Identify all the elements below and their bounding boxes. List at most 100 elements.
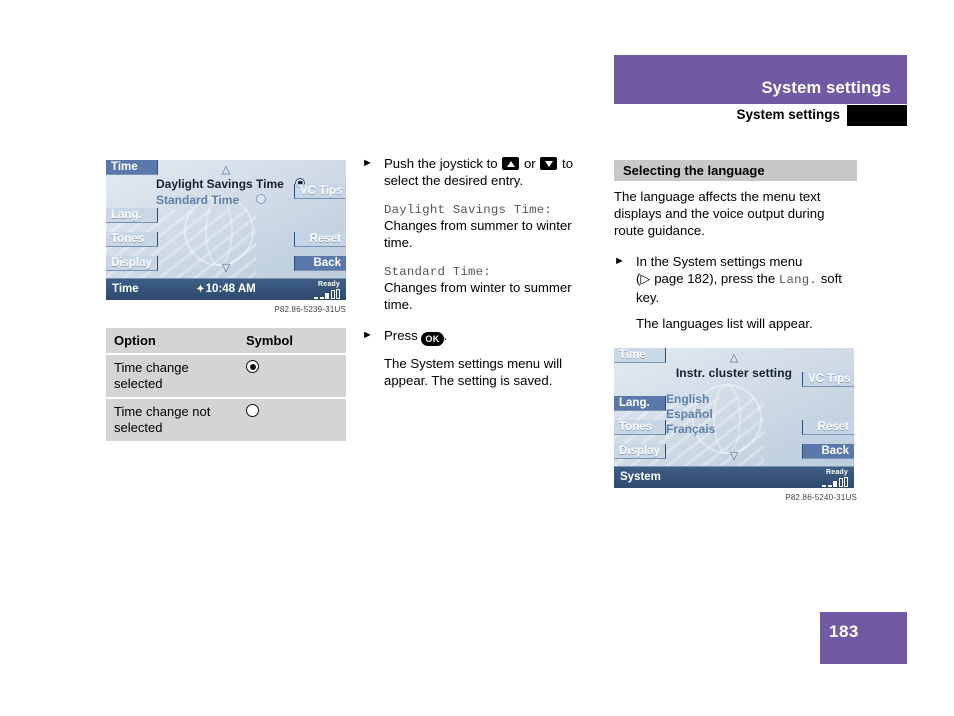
definition-daylight-savings-desc: Changes from summer to winter time.: [384, 218, 572, 250]
softkey-lang-label: Lang.: [111, 209, 142, 221]
status-bar-mode-label: Time: [112, 283, 139, 295]
scroll-up-indicator: △: [221, 164, 231, 176]
signal-bar-2: [319, 297, 324, 299]
softkey-tones-label: Tones: [111, 233, 145, 245]
signal-bar-5: [336, 289, 340, 299]
header-purple-band: System settings: [614, 55, 907, 104]
softkey-reset-label: Reset: [817, 421, 849, 433]
screen-option-standard-time-label: Standard Time: [156, 193, 240, 207]
step-bullet-icon: ►: [362, 157, 373, 169]
status-bar-mode-label: System: [620, 471, 661, 483]
step-press-ok: ► Press OK.: [362, 327, 602, 346]
comand-screen-time-settings: △ ▽ Daylight Savings Time Standard Time …: [106, 160, 346, 300]
ok-button-icon: OK: [421, 332, 444, 346]
definition-daylight-savings-term: Daylight Savings Time:: [384, 203, 552, 217]
softkey-time[interactable]: Time: [614, 348, 666, 363]
signal-strength-icon: [822, 477, 848, 487]
step-press-ok-result: The System settings menu will appear. Th…: [384, 356, 563, 388]
status-bar-ready-label: Ready: [825, 469, 848, 476]
step-open-language-menu: ► In the System settings menu (▷ page 18…: [614, 253, 857, 306]
language-option-espanol-label: Español: [666, 407, 713, 421]
softkey-time[interactable]: Time: [106, 160, 158, 175]
softkey-tones[interactable]: Tones: [106, 232, 158, 247]
softkey-vc-tips[interactable]: VC Tips: [802, 372, 854, 387]
language-option-francais[interactable]: Français: [666, 422, 715, 436]
table-header-row: Option Symbol: [106, 328, 346, 355]
page-number: 183: [829, 622, 859, 641]
softkey-lang[interactable]: Lang.: [106, 208, 158, 223]
comand-screen-language-settings: △ ▽ Instr. cluster setting English Españ…: [614, 348, 854, 488]
softkey-reset[interactable]: Reset: [294, 232, 346, 247]
left-image-code: P82.86-5239-31US: [274, 305, 346, 314]
section-heading-selecting-language: Selecting the language: [614, 160, 857, 181]
softkey-display-label: Display: [111, 257, 152, 269]
step-open-language-menu-line1: In the System settings menu: [636, 254, 803, 269]
language-intro-paragraph: The language affects the menu text displ…: [614, 189, 825, 238]
table-cell-option-not-selected: Time change not selected: [106, 398, 238, 443]
right-image-code: P82.86-5240-31US: [785, 493, 857, 502]
softkey-time-label: Time: [619, 349, 646, 361]
definition-standard-time-term: Standard Time:: [384, 265, 491, 279]
joystick-down-icon: [540, 157, 558, 170]
scroll-up-indicator: △: [729, 352, 739, 364]
signal-bar-3: [325, 293, 329, 299]
definition-standard-time: Standard Time: Changes from winter to su…: [362, 265, 602, 313]
signal-bar-2: [827, 485, 832, 487]
step-open-language-menu-line2-before: (▷ page 182), press the: [636, 271, 776, 286]
softkey-reset[interactable]: Reset: [802, 420, 854, 435]
page-number-block: 183: [820, 612, 907, 664]
signal-bar-1: [314, 297, 318, 299]
satellite-icon: ✦: [196, 284, 205, 295]
step-push-joystick-or: or: [523, 156, 536, 171]
softkey-vc-tips-label: VC Tips: [300, 185, 343, 197]
language-list-result: The languages list will appear.: [636, 316, 813, 331]
option-symbol-table: Option Symbol Time change selected Time …: [106, 328, 346, 443]
running-header-title: System settings: [736, 107, 840, 122]
header-band-title: System settings: [761, 79, 891, 97]
step-press-ok-after: .: [443, 328, 448, 343]
screen-option-standard-time[interactable]: Standard Time: [156, 193, 267, 207]
status-bar-clock: ✦10:48 AM: [196, 283, 255, 295]
status-bar-clock-value: 10:48 AM: [205, 283, 256, 295]
screen-title-instr-cluster: Instr. cluster setting: [675, 366, 793, 380]
softkey-tones-label: Tones: [619, 421, 653, 433]
filled-radio-icon: [246, 360, 259, 373]
softkey-back[interactable]: Back: [802, 444, 854, 459]
running-header: System settings: [614, 105, 907, 126]
language-option-english[interactable]: English: [666, 392, 709, 406]
status-bar-signal: Ready: [822, 469, 848, 487]
language-option-espanol[interactable]: Español: [666, 407, 713, 421]
signal-bar-4: [838, 478, 843, 487]
softkey-lang[interactable]: Lang.: [614, 396, 666, 411]
signal-bar-4: [330, 290, 335, 299]
table-cell-symbol-selected: [238, 354, 346, 399]
screen-option-daylight-savings-label: Daylight Savings Time: [156, 177, 284, 191]
status-bar-signal: Ready: [314, 281, 340, 299]
table-cell-symbol-not-selected: [238, 398, 346, 443]
step-push-joystick: ► Push the joystick to or to select the …: [362, 155, 602, 189]
softkey-vc-tips[interactable]: VC Tips: [294, 184, 346, 199]
softkey-vc-tips-label: VC Tips: [808, 373, 851, 385]
softkey-back[interactable]: Back: [294, 256, 346, 271]
screen-status-bar: System Ready: [614, 466, 854, 488]
signal-bar-5: [844, 477, 848, 487]
table-header-option: Option: [106, 328, 238, 355]
table-row: Time change not selected: [106, 398, 346, 443]
language-option-francais-label: Français: [666, 422, 716, 436]
step-push-joystick-before: Push the joystick to: [384, 156, 498, 171]
softkey-tones[interactable]: Tones: [614, 420, 666, 435]
softkey-time-label: Time: [111, 161, 138, 173]
empty-radio-icon: [246, 404, 259, 417]
screen-option-daylight-savings[interactable]: Daylight Savings Time: [156, 177, 306, 191]
signal-strength-icon: [314, 289, 340, 299]
softkey-display-label: Display: [619, 445, 660, 457]
screen-option-standard-time-radio[interactable]: [256, 194, 267, 204]
softkey-back-label: Back: [313, 257, 342, 269]
status-bar-ready-label: Ready: [317, 281, 340, 288]
joystick-up-icon: [502, 157, 520, 170]
softkey-display[interactable]: Display: [106, 256, 158, 271]
step-bullet-icon: ►: [362, 329, 373, 341]
softkey-display[interactable]: Display: [614, 444, 666, 459]
signal-bar-1: [822, 485, 826, 487]
right-column: Selecting the language The language affe…: [614, 160, 857, 502]
